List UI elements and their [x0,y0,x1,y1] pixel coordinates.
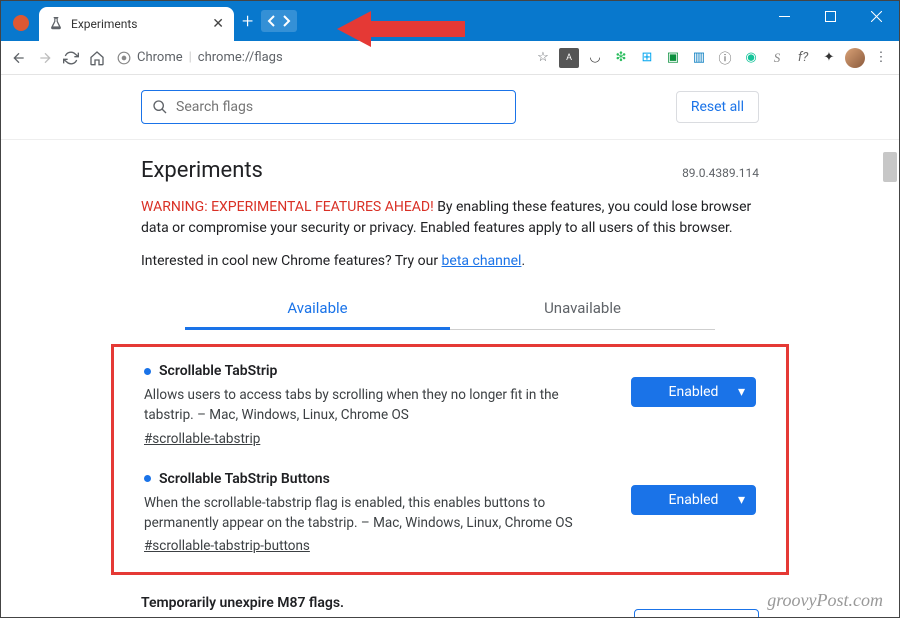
scrollbar-thumb[interactable] [883,152,897,182]
ext-s-icon[interactable]: S [767,48,787,68]
tab-scroll-handles[interactable] [261,10,297,32]
tab-available[interactable]: Available [185,289,450,330]
ext-save-icon[interactable]: ▣ [663,48,683,68]
flag-state-select[interactable]: Default▾ [634,609,759,617]
beta-text: Interested in cool new Chrome features? … [141,253,759,269]
omnibox-url: chrome://flags [198,50,283,65]
star-icon[interactable]: ☆ [533,48,553,68]
flag-title: Temporarily unexpire M87 flags. [141,595,344,611]
maximize-button[interactable] [807,1,853,31]
chrome-icon [117,51,131,65]
browser-toolbar: Chrome | chrome://flags ☆ A ◡ ❇ ⊞ ▣ ▥ ⓘ … [1,41,899,75]
minimize-button[interactable] [761,1,807,31]
flag-hash-link[interactable]: #scrollable-tabstrip-buttons [144,538,310,554]
profile-avatar[interactable] [845,48,865,68]
search-input[interactable] [176,99,505,115]
flag-title: Scrollable TabStrip Buttons [159,471,330,487]
beta-channel-link[interactable]: beta channel [442,253,522,269]
reset-all-button[interactable]: Reset all [676,91,759,123]
ext-evernote-icon[interactable]: ❇ [611,48,631,68]
reload-button[interactable] [61,48,81,68]
new-tab-button[interactable]: + [242,9,253,33]
omnibox[interactable]: Chrome | chrome://flags [117,50,327,65]
close-tab-icon[interactable]: ✕ [212,16,224,32]
close-window-button[interactable] [853,1,899,31]
warning-text: WARNING: EXPERIMENTAL FEATURES AHEAD! By… [141,197,759,239]
watermark: groovyPost.com [767,590,883,611]
omnibox-browser: Chrome [137,50,183,65]
browser-brand-icon [13,15,29,31]
ext-f-icon[interactable]: f? [793,48,813,68]
search-icon [152,99,168,115]
flag-row: Scrollable TabStrip Buttons When the scr… [144,471,756,555]
search-flags-box[interactable] [141,90,516,124]
tab-unavailable[interactable]: Unavailable [450,289,715,329]
flask-icon [49,17,63,31]
modified-dot-icon [144,475,151,482]
menu-icon[interactable]: ⋮ [871,48,891,68]
ext-info-icon[interactable]: ⓘ [715,48,735,68]
chevron-down-icon: ▾ [738,492,745,508]
browser-tab[interactable]: Experiments ✕ [39,7,234,41]
ext-grammarly-icon[interactable]: ◉ [741,48,761,68]
flag-row: Temporarily unexpire M87 flags. Temporar… [141,595,759,617]
flag-description: When the scrollable-tabstrip flag is ena… [144,493,611,534]
chevron-down-icon: ▾ [738,384,745,400]
tab-title: Experiments [71,17,212,31]
version-label: 89.0.4389.114 [682,166,759,180]
page-title: Experiments [141,158,263,183]
modified-dot-icon [144,368,151,375]
flag-hash-link[interactable]: #scrollable-tabstrip [144,431,260,447]
ext-trello-icon[interactable]: ▥ [689,48,709,68]
forward-button[interactable] [35,48,55,68]
flag-state-select[interactable]: Enabled▾ [631,377,756,407]
highlight-box: Scrollable TabStrip Allows users to acce… [111,344,789,575]
flag-description: Allows users to access tabs by scrolling… [144,385,611,426]
back-button[interactable] [9,48,29,68]
ext-pocket-icon[interactable]: ◡ [585,48,605,68]
home-button[interactable] [87,48,107,68]
ext-pdf-icon[interactable]: A [559,48,579,68]
flag-state-select[interactable]: Enabled▾ [631,485,756,515]
flag-row: Scrollable TabStrip Allows users to acce… [144,363,756,447]
extensions-icon[interactable]: ✦ [819,48,839,68]
ext-windows-icon[interactable]: ⊞ [637,48,657,68]
chevron-down-icon: ▾ [741,616,748,617]
flag-title: Scrollable TabStrip [159,363,277,379]
